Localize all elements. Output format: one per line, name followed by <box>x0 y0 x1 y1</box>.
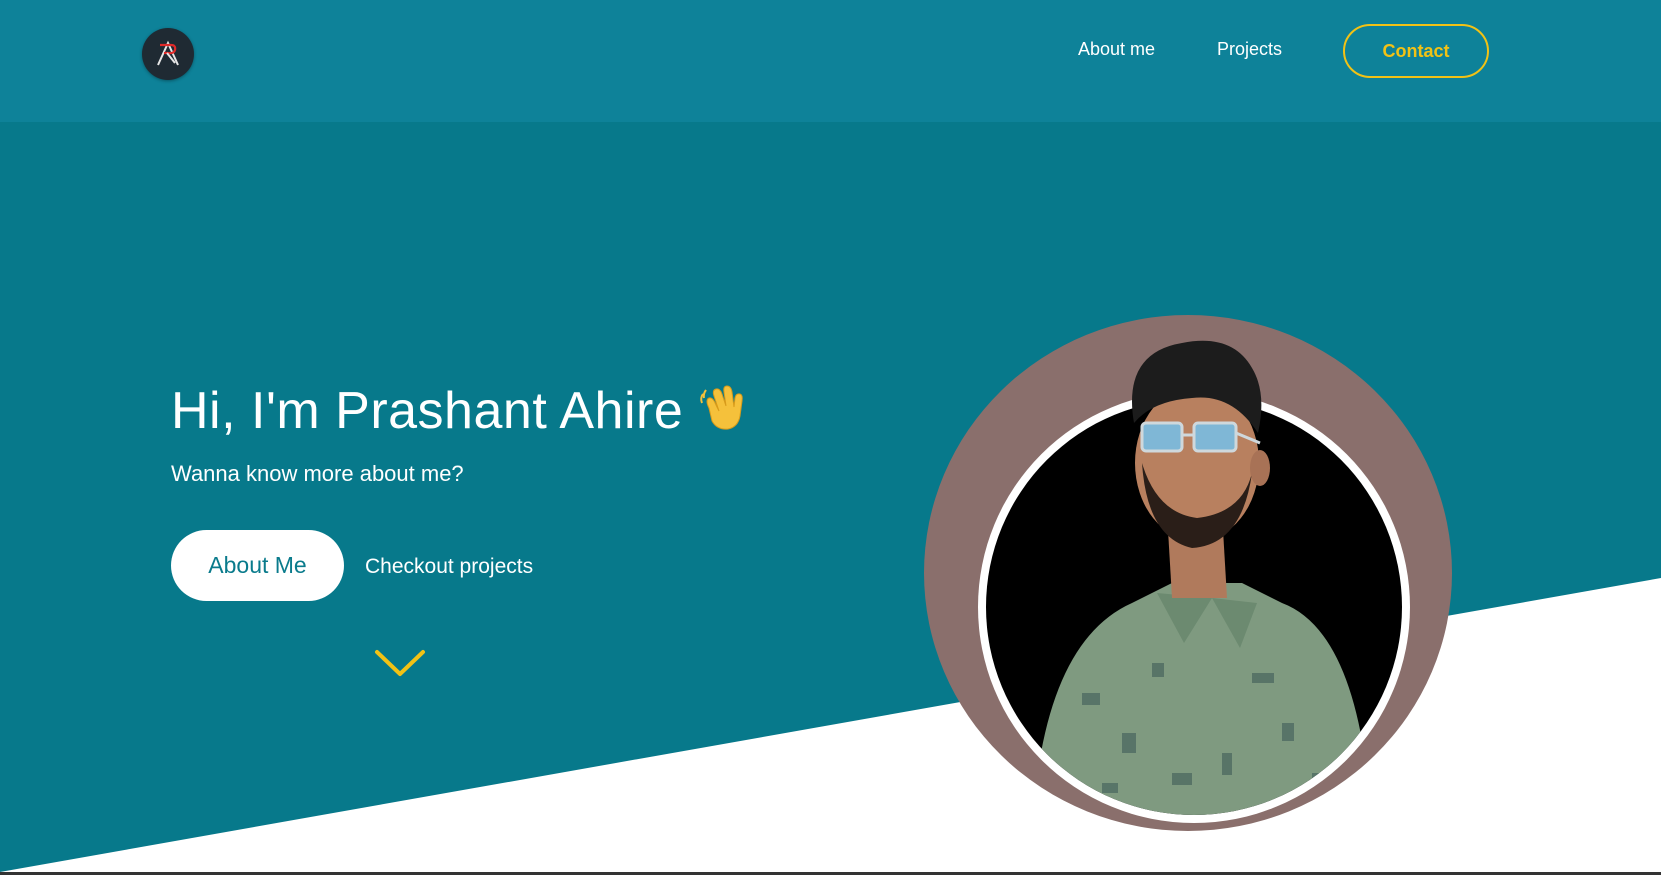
hero-title: Hi, I'm Prashant Ahire <box>171 378 751 449</box>
checkout-projects-link[interactable]: Checkout projects <box>365 554 533 580</box>
hero-title-text: Hi, I'm Prashant Ahire <box>171 382 684 440</box>
hero-subtitle: Wanna know more about me? <box>171 461 464 486</box>
site-header: About me Projects Contact <box>0 0 1661 122</box>
profile-photo <box>924 315 1452 831</box>
about-me-button[interactable]: About Me <box>171 530 344 601</box>
contact-button[interactable]: Contact <box>1343 24 1489 78</box>
landing-page: About me Projects Contact Hi, I'm Prasha… <box>0 0 1661 875</box>
nav-about-me[interactable]: About me <box>1078 38 1155 60</box>
chevron-down-icon[interactable] <box>374 648 426 678</box>
waving-hand-icon <box>695 378 751 449</box>
logo-mark-icon <box>157 40 179 66</box>
logo[interactable] <box>142 28 194 80</box>
nav-projects[interactable]: Projects <box>1217 38 1282 60</box>
